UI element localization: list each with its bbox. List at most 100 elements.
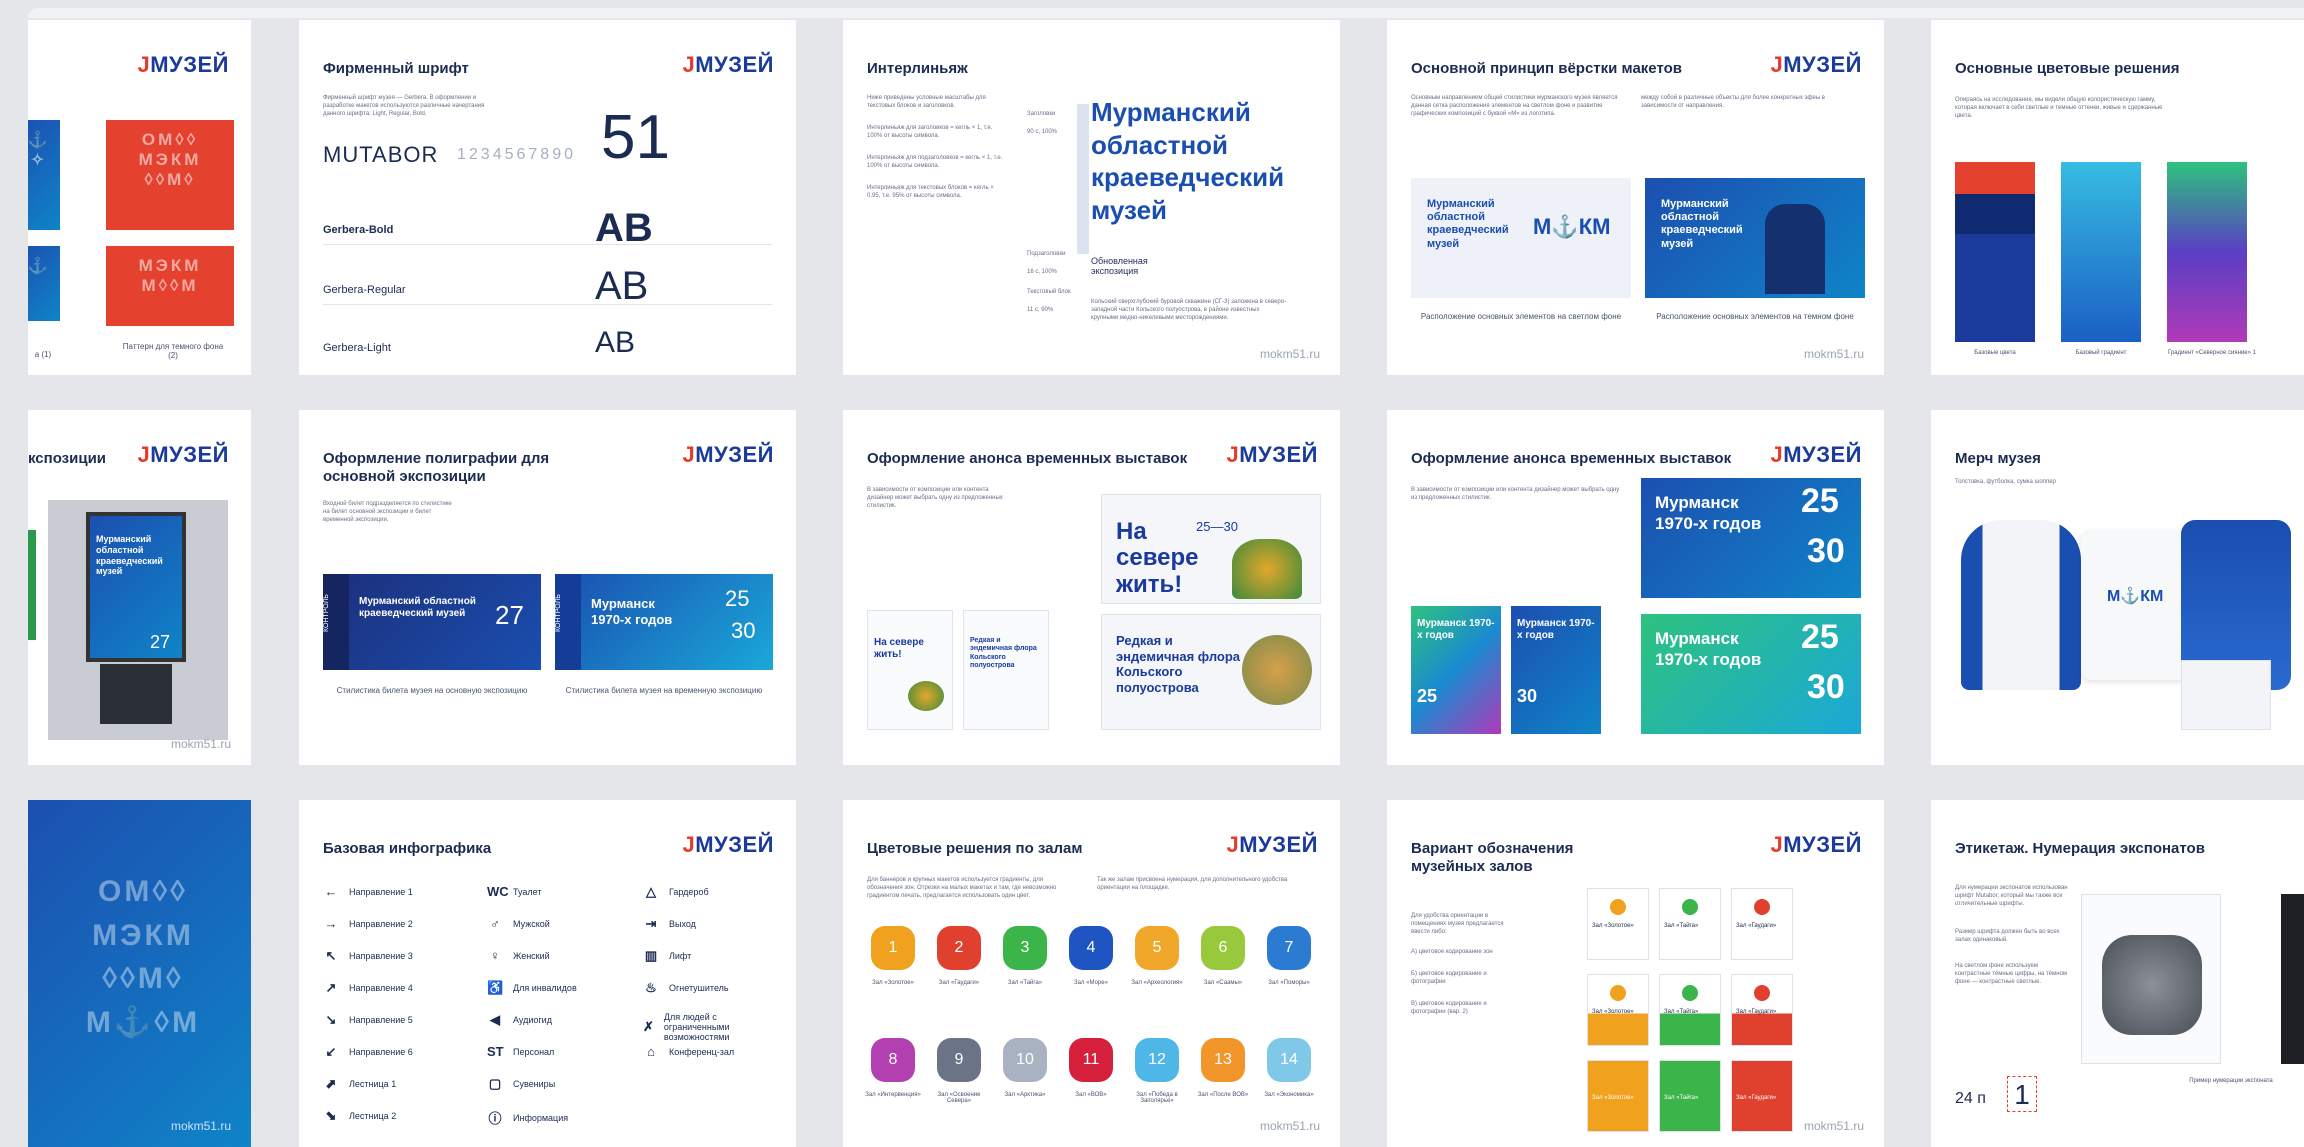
leading-marker <box>1077 104 1089 254</box>
slide-brand-font[interactable]: Фирменный шрифт JМУЗЕЙ Фирменный шрифт м… <box>299 20 796 375</box>
facility-label: Информация <box>513 1112 569 1123</box>
pattern-red-2: МЭКМ М◊◊М <box>106 246 234 326</box>
direction-item: ↗ Направление 4 <box>323 980 463 996</box>
ticket-main: КОНТРОЛЬ Мурманский областной краеведчес… <box>323 574 541 670</box>
facility-item: ▢ Сувениры <box>487 1076 617 1092</box>
hall-sign-label: Зал «Гаудаги» <box>1736 1009 1777 1015</box>
slide-layout-principle[interactable]: Основной принцип вёрстки макетов JМУЗЕЙ … <box>1387 20 1884 375</box>
caption-base: Базовые цвета <box>1974 350 2016 356</box>
service-label: Огнетушитель <box>669 983 729 993</box>
direction-item: ← Направление 1 <box>323 884 463 899</box>
slide-merch[interactable]: Мерч музея Толстовка, футболка, сумка шо… <box>1931 410 2304 765</box>
slide-title: Базовая инфографика <box>323 840 492 857</box>
mini-poster-1: На севере жить! <box>867 610 953 730</box>
site-url: mokm51.ru <box>1803 1119 1864 1133</box>
service-item: △ Гардероб <box>643 884 773 900</box>
divider <box>323 244 772 245</box>
slide-stand[interactable]: кспозиции JМУЗЕЙ Мурманский областной кр… <box>28 410 251 765</box>
slide-pattern-blue[interactable]: ОМ◊◊ МЭКМ ◊◊М◊ М⚓◊М mokm51.ru <box>28 800 251 1147</box>
font-name-regular: Gerbera-Regular <box>323 284 406 296</box>
direction-item: ↘ Направление 5 <box>323 1012 463 1028</box>
layout-card-light: Мурманский областной краеведческий музей… <box>1411 178 1631 298</box>
direction-icon: ↖ <box>325 948 337 963</box>
hall-sign-label: Зал «Гаудаги» <box>1736 1095 1777 1101</box>
slide-subtitle: Толстовка, футболка, сумка шоппер <box>1955 479 2056 485</box>
digits-sample: 1234567890 <box>457 146 576 163</box>
caption-aurora: Градиент «Северное сияние» 1 <box>2168 350 2256 356</box>
hall-color-caption: Зал «Интервенция» <box>865 1092 921 1098</box>
facility-label: Для инвалидов <box>513 983 577 993</box>
hall-color-caption: Зал «Арктика» <box>1004 1092 1046 1098</box>
hall-color-caption: Зал «Гаудаги» <box>938 980 980 986</box>
hall-sign-label: Зал «Золотое» <box>1592 923 1634 929</box>
swatch-base <box>1955 162 2035 342</box>
slide-labels[interactable]: Этикетаж. Нумерация экспонатов Для нумер… <box>1931 800 2304 1147</box>
direction-icon: ↙ <box>325 1044 337 1059</box>
direction-label: Направление 4 <box>349 983 413 993</box>
facility-label: Аудиогид <box>513 1015 552 1025</box>
hall-sign: Зал «Золотое» <box>1587 888 1649 960</box>
hall-color-blob: 5 <box>1135 926 1179 970</box>
label-text: Текстовый блок <box>1027 289 1071 295</box>
direction-icon: → <box>324 916 338 931</box>
slide-title: Вариант обозначения музейных залов <box>1411 840 1574 875</box>
slide-title: Основной принцип вёрстки макетов <box>1411 60 1682 77</box>
slide-announce-1[interactable]: Оформление анонса временных выставок JМУ… <box>843 410 1340 765</box>
museum-logo: JМУЗЕЙ <box>682 52 774 77</box>
caption-temp-ticket: Стилистика билета музея на временную экс… <box>565 686 763 695</box>
hall-sign: Зал «Гаудаги» <box>1731 888 1793 960</box>
direction-label: Направление 3 <box>349 951 413 961</box>
direction-icon: ⬈ <box>325 1076 337 1091</box>
hall-sign: Зал «Тайга» <box>1659 974 1721 1046</box>
slide-title: Оформление анонса временных выставок <box>867 450 1188 467</box>
hall-sign-label: Зал «Тайга» <box>1664 1095 1699 1101</box>
stand-green-edge <box>28 530 36 640</box>
slide-infographics[interactable]: Базовая инфографика JМУЗЕЙ ← Направление … <box>299 800 796 1147</box>
slide-title: Этикетаж. Нумерация экспонатов <box>1955 840 2205 857</box>
facility-item: ♿ Для инвалидов <box>487 980 617 996</box>
label-headings: Заголовки <box>1027 111 1056 117</box>
service-icon: ⇥ <box>645 916 657 931</box>
museum-logo: JМУЗЕЙ <box>1770 442 1862 467</box>
facility-icon: ⓘ <box>488 1111 502 1126</box>
hall-sign: Зал «Золотое» <box>1587 974 1649 1046</box>
slide-hall-signs[interactable]: Вариант обозначения музейных залов JМУЗЕ… <box>1387 800 1884 1147</box>
slide-title: Оформление полиграфии для основной экспо… <box>323 450 550 485</box>
hall-color-blob: 7 <box>1267 926 1311 970</box>
value-headings: 90 с, 100% <box>1027 129 1058 135</box>
hall-sign: Зал «Гаудаги» <box>1731 974 1793 1046</box>
slide-title: Мерч музея <box>1955 450 2041 467</box>
hall-color-caption: Зал «Тайга» <box>1007 980 1043 986</box>
slide-colors[interactable]: Основные цветовые решения Опираясь на ис… <box>1931 20 2304 375</box>
hall-color-caption: Зал «Экономика» <box>1264 1092 1314 1098</box>
big-number-51: 51 <box>601 103 670 172</box>
slide-title: Основные цветовые решения <box>1955 60 2180 77</box>
exhibit-card-dark <box>2281 894 2304 1064</box>
facility-icon: ST <box>487 1044 504 1059</box>
hall-sign: Зал «Золотое» <box>1587 1060 1649 1132</box>
slide-tickets[interactable]: Оформление полиграфии для основной экспо… <box>299 410 796 765</box>
museum-logo: JМУЗЕЙ <box>1226 832 1318 857</box>
facility-icon: WC <box>487 884 509 899</box>
museum-logo: JМУЗЕЙ <box>137 442 229 467</box>
slide-title: Цветовые решения по залам <box>867 840 1083 857</box>
caption-light: Расположение основных элементов на светл… <box>1420 312 1622 321</box>
mini-poster-2: Редкая и эндемичная флора Кольского полу… <box>963 610 1049 730</box>
value-subheadings: 16 с, 100% <box>1027 269 1058 275</box>
hall-color-blob: 2 <box>937 926 981 970</box>
announce-mini-blue: Мурманск 1970-х годов 30 <box>1511 606 1601 734</box>
slide-announce-2[interactable]: Оформление анонса временных выставок JМУ… <box>1387 410 1884 765</box>
direction-item: ⬈ Лестница 1 <box>323 1076 463 1092</box>
hall-color-caption: Зал «Саамы» <box>1203 980 1243 986</box>
slide-hall-colors[interactable]: Цветовые решения по залам JМУЗЕЙ Для бан… <box>843 800 1340 1147</box>
service-item: ♨ Огнетушитель <box>643 980 773 996</box>
direction-item: → Направление 2 <box>323 916 463 931</box>
slide-line-spacing[interactable]: Интерлиньяж Ниже приведены условные масш… <box>843 20 1340 375</box>
slide-patterns[interactable]: JМУЗЕЙ ⚓ ✧ ⚓ ОМ◊◊ МЭКМ ◊◊М◊ МЭКМ М◊◊М а (… <box>28 20 251 375</box>
font-name-bold: Gerbera-Bold <box>323 224 394 236</box>
facility-item: ⓘ Информация <box>487 1108 617 1127</box>
slide-description: Входной билет подразделяется по стилисти… <box>323 501 452 524</box>
hall-sign-label: Зал «Золотое» <box>1592 1009 1634 1015</box>
hall-color-blob: 12 <box>1135 1038 1179 1082</box>
direction-label: Лестница 2 <box>349 1111 397 1121</box>
